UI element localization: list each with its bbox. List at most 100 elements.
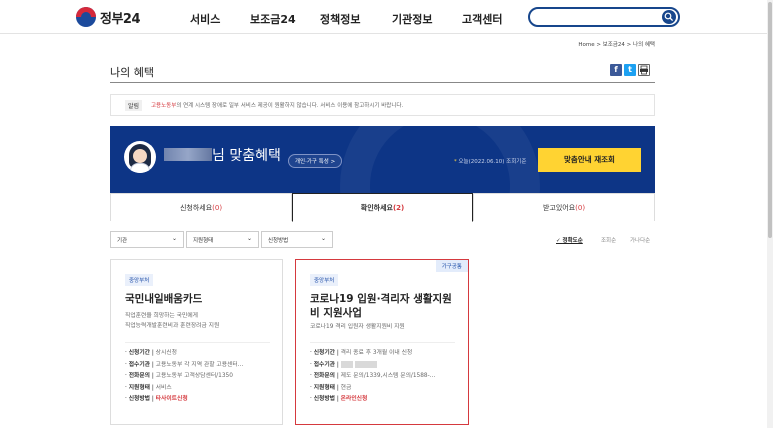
detail-phone: · 전화문의 | 제도 문의/1339,시스템 문의/1588-... — [310, 373, 436, 379]
sort-alphabetical[interactable]: 가나다순 — [630, 236, 650, 244]
detail-key: 지원형태 — [313, 384, 336, 391]
filter-apply-method-label: 신청방법 — [268, 238, 289, 244]
logo-text: 정부24 — [100, 11, 141, 27]
date-star: * — [454, 159, 457, 165]
detail-value: 격리 종료 후 3개월 이내 신청 — [340, 350, 413, 356]
benefit-tabs: 신청하세요(0) 확인하세요(2) 받고있어요(0) — [110, 193, 655, 222]
detail-value: 제도 문의/1339,시스템 문의/1588-... — [340, 373, 436, 379]
sort-accuracy-label: 정확도순 — [562, 238, 583, 244]
page-title: 나의 혜택 — [110, 66, 154, 79]
banner-title: 님 맞춤혜택 — [212, 148, 281, 164]
title-divider — [110, 82, 655, 83]
detail-value: 서비스 — [155, 384, 172, 391]
household-traits-button[interactable]: 개인·가구 특성 > — [288, 154, 343, 168]
tab-apply-label: 신청하세요 — [179, 204, 213, 212]
detail-agency: · 접수기관 | — [310, 360, 435, 372]
card-divider — [310, 342, 455, 343]
tab-receiving-label: 받고있어요 — [542, 204, 576, 212]
detail-period: · 신청기간 | 상시신청 — [125, 350, 178, 356]
detail-key: 신청기간 — [313, 350, 336, 356]
detail-key: 신청방법 — [313, 396, 336, 402]
detail-value: 현금 — [340, 384, 352, 391]
sort-accuracy[interactable]: ✓ 정확도순 — [556, 236, 583, 244]
detail-value[interactable]: 온라인신청 — [341, 396, 368, 402]
benefit-card[interactable]: 중앙부처 국민내일배움카드 직업훈련을 희망하는 국민에게 직업능력개발훈련비과… — [110, 259, 283, 425]
detail-phone: · 전화문의 | 고용노동부 고객상담센터/1350 — [125, 373, 233, 379]
detail-method: · 신청방법 | 온라인신청 — [310, 396, 368, 402]
chevron-down-icon: ⌄ — [171, 235, 177, 242]
card-badge: 중앙부처 — [310, 274, 339, 286]
search-input[interactable] — [528, 7, 680, 27]
card-title-line1: 코로나19 입원·격리자 생활지원 — [310, 293, 452, 305]
notice-tag: 알림 — [125, 100, 143, 111]
detail-key: 접수기관 — [128, 361, 151, 368]
refresh-button[interactable]: 맞춤안내 재조회 — [538, 148, 641, 172]
notice-highlight: 고용노동부 — [151, 103, 177, 109]
household-common-tag: 가구공통 — [435, 260, 468, 272]
avatar-body — [130, 163, 150, 173]
detail-value: 고용노동부 고객상담센터/1350 — [155, 373, 233, 379]
detail-key: 접수기관 — [313, 361, 336, 368]
detail-value[interactable]: 타사이트신청 — [156, 396, 188, 402]
card-details: · 신청기간 | 격리 종료 후 3개월 이내 신청 · 접수기관 | · 전화… — [310, 348, 435, 406]
tab-receiving[interactable]: 받고있어요(0) — [473, 193, 655, 221]
sort-views[interactable]: 조회순 — [601, 236, 616, 244]
scrollbar-thumb[interactable] — [768, 2, 772, 238]
nav-customer-center[interactable]: 고객센터 — [462, 11, 502, 27]
tab-check-count: (2) — [392, 204, 405, 212]
scrollbar[interactable] — [767, 0, 773, 428]
tab-check[interactable]: 확인하세요(2) — [292, 193, 473, 222]
card-desc-line1: 코로나19 격리 입원자 생활지원비 지원 — [310, 324, 405, 330]
card-badge: 중앙부처 — [125, 274, 154, 286]
detail-type: · 지원형태 | 현금 — [310, 384, 352, 391]
card-divider — [125, 342, 270, 343]
gov24-logo[interactable]: 정부24 — [76, 7, 141, 27]
notice-text: 의 연계 시스템 장애로 일부 서비스 제공이 원활하지 않습니다. 서비스 이… — [176, 103, 404, 109]
filter-agency[interactable]: 기관 ⌄ — [110, 231, 184, 248]
detail-key: 전화문의 — [128, 373, 151, 379]
detail-value: 상시신청 — [155, 350, 178, 356]
card-details: · 신청기간 | 상시신청 · 접수기관 | 고용노동부 각 지역 관할 고용센… — [125, 348, 243, 406]
detail-key: 전화문의 — [313, 373, 336, 379]
detail-key: 지원형태 — [128, 384, 151, 391]
detail-method: · 신청방법 | 타사이트신청 — [125, 396, 188, 402]
card-title[interactable]: 코로나19 입원·격리자 생활지원 비 지원사업 — [310, 292, 452, 320]
notice-message: 고용노동부의 연계 시스템 장애로 일부 서비스 제공이 원활하지 않습니다. … — [151, 101, 403, 109]
tab-check-label: 확인하세요 — [360, 204, 393, 212]
nav-agency-info[interactable]: 기관정보 — [392, 11, 432, 27]
tab-receiving-count: (0) — [575, 204, 586, 212]
masked-agency — [354, 360, 377, 368]
filter-support-type[interactable]: 지원형태 ⌄ — [186, 231, 259, 248]
detail-key: 신청방법 — [128, 396, 151, 402]
search-button[interactable] — [662, 10, 676, 24]
detail-value: 고용노동부 각 지역 관할 고용센터... — [155, 361, 244, 368]
facebook-icon[interactable]: f — [610, 64, 622, 76]
masked-user-name — [164, 148, 212, 161]
print-icon[interactable] — [638, 64, 650, 76]
custom-benefit-banner: 님 맞춤혜택 개인·가구 특성 > * 오늘(2022.06.10) 조회기준 … — [110, 126, 655, 193]
detail-agency: · 접수기관 | 고용노동부 각 지역 관할 고용센터... — [125, 361, 244, 368]
search-icon — [664, 12, 674, 22]
share-buttons: f t — [610, 64, 650, 76]
nav-subsidy24[interactable]: 보조금24 — [250, 11, 296, 27]
avatar — [124, 141, 156, 173]
nav-policy-info[interactable]: 정책정보 — [320, 11, 360, 27]
filter-apply-method[interactable]: 신청방법 ⌄ — [261, 231, 333, 248]
card-desc-line2: 직업능력개발훈련비과 훈련장려금 지원 — [125, 323, 220, 329]
card-title-line2: 비 지원사업 — [310, 307, 362, 319]
tab-apply[interactable]: 신청하세요(0) — [110, 193, 292, 221]
nav-services[interactable]: 서비스 — [190, 11, 220, 27]
filter-agency-label: 기관 — [117, 238, 128, 244]
twitter-icon[interactable]: t — [624, 64, 636, 76]
benefit-card-selected[interactable]: 가구공통 중앙부처 코로나19 입원·격리자 생활지원 비 지원사업 코로나19… — [295, 259, 469, 425]
tab-apply-count: (0) — [212, 204, 223, 212]
query-date: * 오늘(2022.06.10) 조회기준 — [454, 157, 526, 165]
chevron-down-icon: ⌄ — [246, 235, 252, 242]
notice-box: 알림 고용노동부의 연계 시스템 장애로 일부 서비스 제공이 원활하지 않습니… — [110, 94, 655, 116]
card-title[interactable]: 국민내일배움카드 — [125, 292, 202, 306]
card-desc-line1: 직업훈련을 희망하는 국민에게 — [125, 313, 199, 319]
masked-agency — [340, 360, 353, 368]
filter-support-type-label: 지원형태 — [193, 238, 214, 244]
breadcrumb: Home > 보조금24 > 나의 혜택 — [578, 42, 655, 48]
top-header: 정부24 서비스 보조금24 정책정보 기관정보 고객센터 — [0, 0, 773, 34]
